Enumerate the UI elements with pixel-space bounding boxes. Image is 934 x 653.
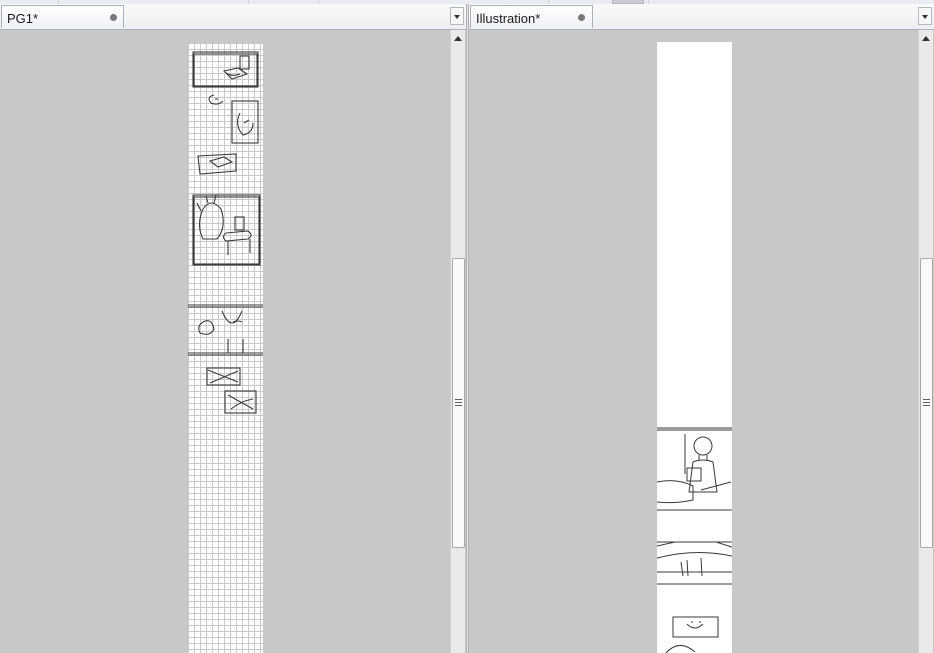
document-pane-right: Illustration* [469, 4, 934, 653]
storyboard-page[interactable] [188, 43, 263, 653]
tab-list-menu-button[interactable] [450, 7, 464, 25]
modified-dot-icon[interactable] [578, 14, 585, 21]
tab-bar: Illustration* [469, 4, 934, 30]
vertical-scrollbar[interactable] [450, 30, 465, 653]
tab-list-menu-button[interactable] [918, 7, 932, 25]
illustration-page[interactable] [657, 42, 732, 653]
tab-bar: PG1* [0, 4, 466, 30]
scroll-thumb[interactable] [920, 258, 933, 548]
grip-icon [455, 399, 462, 406]
canvas-area[interactable] [0, 30, 450, 653]
modified-dot-icon[interactable] [110, 14, 117, 21]
tab-pg1[interactable]: PG1* [1, 5, 124, 28]
storyboard-sketch [188, 51, 263, 414]
tab-title: Illustration* [476, 11, 541, 26]
grip-icon [923, 399, 930, 406]
document-pane-left: PG1* [0, 4, 466, 653]
tab-illustration[interactable]: Illustration* [470, 5, 593, 28]
scroll-up-arrow-icon[interactable] [919, 32, 933, 46]
canvas-area[interactable] [469, 30, 918, 653]
scroll-thumb[interactable] [452, 258, 465, 548]
scroll-up-arrow-icon[interactable] [451, 32, 465, 46]
illustration-sketch [657, 427, 732, 653]
vertical-scrollbar[interactable] [918, 30, 933, 653]
tab-title: PG1* [7, 11, 39, 26]
